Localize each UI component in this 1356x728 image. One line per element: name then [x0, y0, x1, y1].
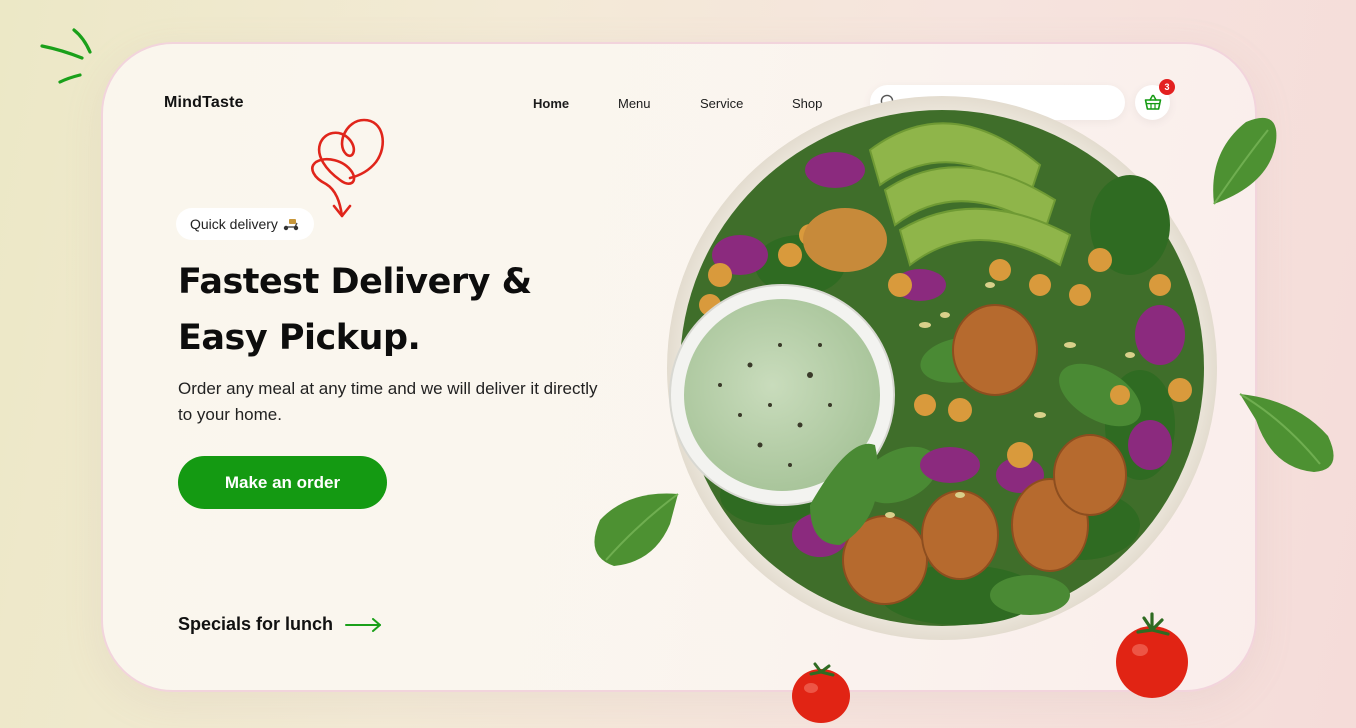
squiggle-arrow-decoration	[311, 118, 384, 218]
spinach-leaf-decoration	[594, 493, 679, 566]
spinach-leaf-decoration	[1213, 117, 1277, 205]
hero-subtitle: Order any meal at any time and we will d…	[178, 379, 598, 424]
hero-title-line-2: Easy Pickup.	[178, 318, 421, 358]
specials-link[interactable]: Specials for lunch	[178, 614, 383, 635]
scooter-icon	[283, 219, 299, 231]
brand-logo[interactable]: MindTaste	[164, 94, 244, 112]
salad-bowl-image	[667, 96, 1217, 640]
cropped-top-text	[565, 0, 775, 6]
arrow-right-icon	[345, 617, 382, 632]
chip-label: Quick delivery	[190, 216, 278, 232]
make-order-button[interactable]: Make an order	[178, 456, 387, 509]
doodle-lines-decoration	[40, 28, 92, 84]
hero-title-line-1: Fastest Delivery &	[178, 262, 532, 302]
nav-menu[interactable]: Menu	[618, 96, 651, 111]
tomato-decoration	[792, 662, 850, 723]
spinach-leaf-decoration	[1239, 393, 1334, 472]
quick-delivery-chip: Quick delivery	[176, 208, 314, 240]
cart-count-badge: 3	[1159, 79, 1175, 95]
specials-label: Specials for lunch	[178, 614, 334, 634]
tomato-decoration	[1116, 612, 1188, 698]
nav-home[interactable]: Home	[533, 96, 569, 111]
